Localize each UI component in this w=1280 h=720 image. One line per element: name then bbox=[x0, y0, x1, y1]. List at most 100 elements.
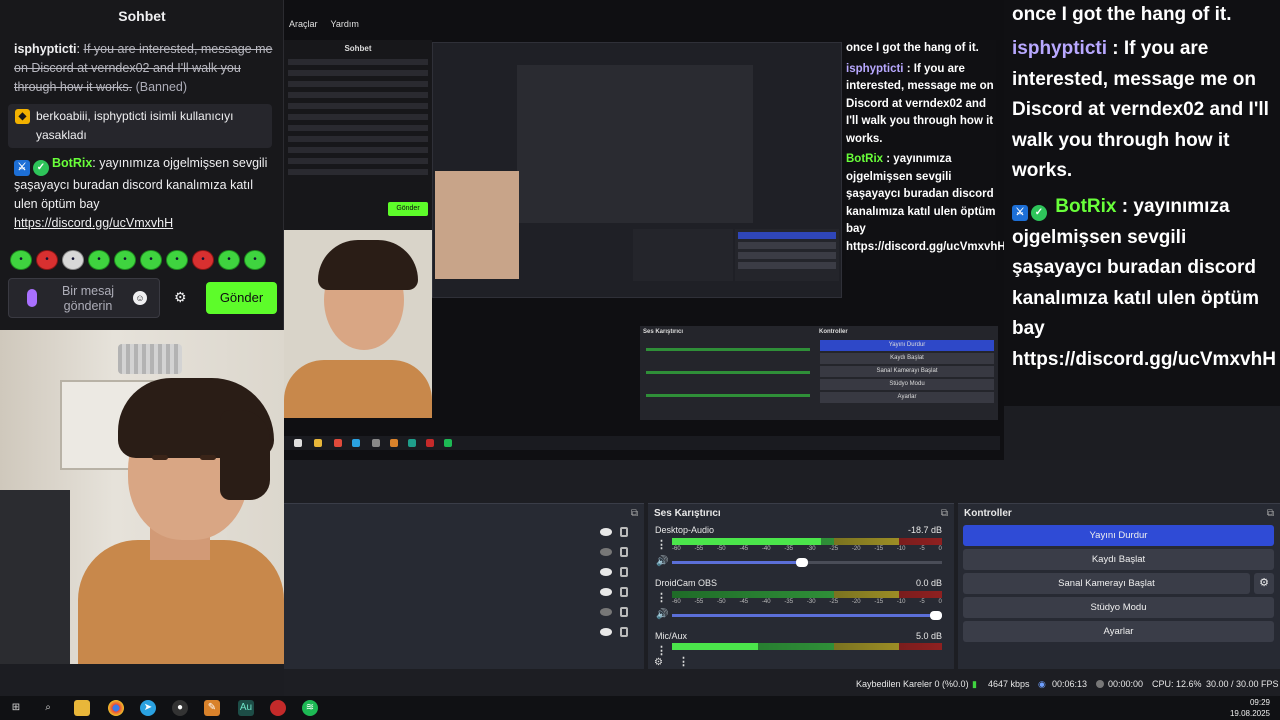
source-row[interactable] bbox=[600, 626, 640, 640]
shield-icon: ◆ bbox=[15, 109, 30, 124]
meter-tick-label: -40 bbox=[761, 599, 771, 605]
meter-tick-label: -5 bbox=[919, 546, 925, 552]
emote-icon[interactable]: • bbox=[114, 250, 136, 270]
dock-popout-icon[interactable]: ⧉ bbox=[631, 508, 638, 519]
emote-icon[interactable]: • bbox=[192, 250, 214, 270]
chrome-icon[interactable] bbox=[108, 700, 124, 716]
channel-menu-icon[interactable]: ⋮ bbox=[656, 538, 667, 551]
webcam-feed bbox=[0, 330, 284, 664]
lock-icon[interactable] bbox=[620, 607, 628, 617]
file-explorer-icon[interactable] bbox=[74, 700, 90, 716]
preview-ctl-stop: Yayını Durdur bbox=[820, 340, 994, 351]
meter-level bbox=[672, 538, 821, 545]
meter-tick-label: -45 bbox=[739, 546, 749, 552]
opera-icon[interactable] bbox=[270, 700, 286, 716]
preview-overlay-bot: BotRix bbox=[846, 153, 884, 165]
source-row[interactable] bbox=[600, 566, 640, 580]
windows-start-icon[interactable]: ⊞ bbox=[8, 700, 24, 716]
virtual-camera-settings-gear-icon[interactable]: ⚙ bbox=[1254, 573, 1274, 594]
audio-mixer-dock: Ses Karıştırıcı ⧉ Desktop-Audio -18.7 dB… bbox=[648, 503, 954, 669]
channel-db: 0.0 dB bbox=[915, 578, 942, 588]
speaker-icon[interactable]: 🔊 bbox=[656, 609, 668, 620]
channel-menu-icon[interactable]: ⋮ bbox=[656, 644, 667, 657]
telegram-icon[interactable]: ➤ bbox=[140, 700, 156, 716]
chat-settings-gear-icon[interactable]: ⚙ bbox=[174, 289, 187, 306]
lock-icon[interactable] bbox=[620, 627, 628, 637]
microphone-icon[interactable] bbox=[27, 289, 37, 307]
mod-notice: ◆ berkoabiii, isphypticti isimli kullanı… bbox=[8, 104, 272, 148]
emote-icon[interactable]: • bbox=[36, 250, 58, 270]
visibility-eye-icon[interactable] bbox=[600, 528, 612, 536]
source-row[interactable] bbox=[600, 546, 640, 560]
meter-tick-label: -55 bbox=[694, 599, 704, 605]
search-icon[interactable]: ⌕ bbox=[40, 700, 56, 716]
meter-tick-label: -55 bbox=[694, 546, 704, 552]
hidden-eye-icon[interactable] bbox=[600, 608, 612, 616]
record-time-wrap: 00:00:00 bbox=[1096, 679, 1143, 689]
discord-link[interactable]: https://discord.gg/ucVmxvhH bbox=[14, 216, 173, 230]
speaker-icon[interactable]: 🔊 bbox=[656, 556, 668, 567]
emote-icon[interactable]: • bbox=[140, 250, 162, 270]
emoji-picker-icon[interactable]: ☺ bbox=[133, 291, 147, 305]
preview-controls: Kontroller Yayını Durdur Kaydı Başlat Sa… bbox=[816, 326, 998, 420]
moderator-badge-icon: ⚔ bbox=[1012, 205, 1028, 221]
studio-mode-button[interactable]: Stüdyo Modu bbox=[963, 597, 1274, 618]
chat-username[interactable]: isphypticti bbox=[14, 42, 77, 56]
dock-popout-icon[interactable]: ⧉ bbox=[1267, 508, 1274, 519]
overlay-username: isphypticti bbox=[1012, 38, 1108, 59]
hidden-eye-icon[interactable] bbox=[600, 548, 612, 556]
preview-overlay-chat: once I got the hang of it. isphypticti :… bbox=[846, 40, 1006, 270]
volume-slider-knob[interactable] bbox=[795, 558, 808, 567]
lock-icon[interactable] bbox=[620, 547, 628, 557]
meter-tick-label: -25 bbox=[829, 546, 839, 552]
emote-icon[interactable]: • bbox=[62, 250, 84, 270]
windows-taskbar: ⊞ ⌕ ➤ ● ✎ Au ≋ 09:29 19.08.2025 bbox=[0, 696, 1280, 720]
meter-tick-label: -60 bbox=[672, 599, 681, 605]
volume-slider-knob[interactable] bbox=[930, 611, 942, 620]
bot-username[interactable]: BotRix bbox=[52, 156, 92, 170]
start-virtual-camera-button[interactable]: Sanal Kamerayı Başlat bbox=[963, 573, 1250, 594]
emote-icon[interactable]: • bbox=[244, 250, 266, 270]
settings-button[interactable]: Ayarlar bbox=[963, 621, 1274, 642]
visibility-eye-icon[interactable] bbox=[600, 588, 612, 596]
fps: 30.00 / 30.00 FPS bbox=[1206, 679, 1279, 689]
volume-meter bbox=[672, 591, 942, 598]
dock-popout-icon[interactable]: ⧉ bbox=[941, 508, 948, 519]
send-button[interactable]: Gönder bbox=[206, 282, 277, 314]
obs-icon[interactable]: ● bbox=[172, 700, 188, 716]
meter-tick-label: -30 bbox=[806, 599, 816, 605]
emote-icon[interactable]: • bbox=[218, 250, 240, 270]
volume-slider[interactable] bbox=[672, 558, 942, 567]
visibility-eye-icon[interactable] bbox=[600, 568, 612, 576]
taskbar-clock[interactable]: 09:29 19.08.2025 bbox=[1230, 697, 1270, 719]
menu-help[interactable]: Yardım bbox=[331, 19, 359, 29]
meter-tick-label: -50 bbox=[716, 599, 726, 605]
chat-input[interactable]: Bir mesaj gönderin ☺ bbox=[8, 278, 160, 318]
menu-tools[interactable]: Araçlar bbox=[289, 19, 318, 29]
mixer-settings-gear-icon[interactable]: ⚙ bbox=[654, 657, 663, 668]
emote-icon[interactable]: • bbox=[10, 250, 32, 270]
channel-menu-icon[interactable]: ⋮ bbox=[656, 591, 667, 604]
meter-tick-label: -35 bbox=[784, 599, 794, 605]
source-row[interactable] bbox=[600, 526, 640, 540]
app-icon[interactable]: ✎ bbox=[204, 700, 220, 716]
mixer-menu-icon[interactable]: ⋮ bbox=[678, 655, 689, 668]
emote-icon[interactable]: • bbox=[88, 250, 110, 270]
lock-icon[interactable] bbox=[620, 527, 628, 537]
source-row[interactable] bbox=[600, 586, 640, 600]
start-recording-button[interactable]: Kaydı Başlat bbox=[963, 549, 1274, 570]
spotify-icon[interactable]: ≋ bbox=[302, 700, 318, 716]
stop-stream-button[interactable]: Yayını Durdur bbox=[963, 525, 1274, 546]
emote-icon[interactable]: • bbox=[166, 250, 188, 270]
visibility-eye-icon[interactable] bbox=[600, 628, 612, 636]
preview-taskbar bbox=[284, 436, 1000, 450]
source-row[interactable] bbox=[600, 606, 640, 620]
preview-ctl-settings: Ayarlar bbox=[820, 392, 994, 403]
audition-icon[interactable]: Au bbox=[238, 700, 254, 716]
volume-slider[interactable] bbox=[672, 611, 942, 620]
lock-icon[interactable] bbox=[620, 587, 628, 597]
overlay-message: isphypticti : If you are interested, mes… bbox=[1012, 38, 1269, 181]
preview-overlay-user: isphypticti bbox=[846, 62, 904, 75]
meter-tick-label: -25 bbox=[829, 599, 839, 605]
lock-icon[interactable] bbox=[620, 567, 628, 577]
